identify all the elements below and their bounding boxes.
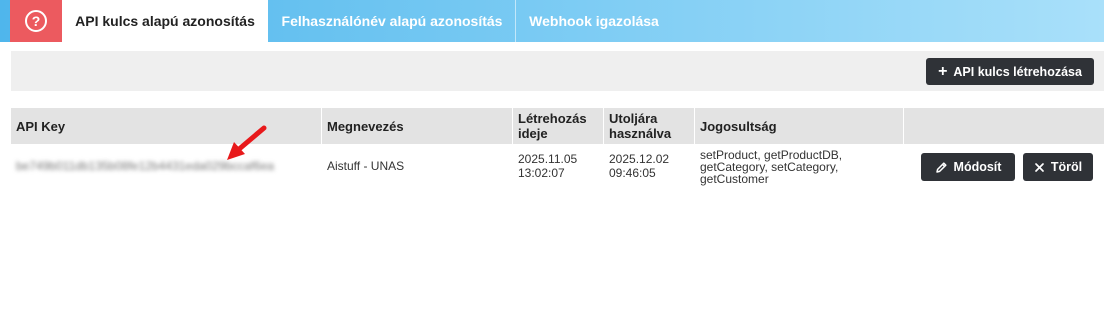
table-header: API Key Megnevezés Létrehozás ideje Utol…: [11, 108, 1104, 144]
pencil-icon: [935, 161, 948, 174]
annotation-arrow-icon: [227, 125, 267, 160]
last-used-cell: 2025.12.02 09:46:05: [609, 152, 670, 180]
edit-button[interactable]: Módosít: [921, 153, 1015, 181]
created-cell: 2025.11.05 13:02:07: [518, 152, 578, 180]
header-divider: [903, 108, 904, 144]
plus-icon: +: [938, 62, 948, 80]
header-permissions: Jogosultság: [700, 118, 777, 134]
tab-webhook-verification[interactable]: Webhook igazolása: [516, 0, 672, 42]
close-icon: [1034, 162, 1045, 173]
help-circle-icon: ?: [25, 10, 47, 32]
create-api-key-label: API kulcs létrehozása: [953, 64, 1082, 79]
tab-api-key-auth[interactable]: API kulcs alapú azonosítás: [62, 0, 268, 42]
help-tab[interactable]: ?: [10, 0, 62, 42]
delete-button[interactable]: Töröl: [1023, 153, 1093, 181]
tab-bar: ? API kulcs alapú azonosítás Felhasználó…: [0, 0, 1104, 42]
permissions-cell: setProduct, getProductDB, getCategory, s…: [700, 148, 843, 186]
create-api-key-button[interactable]: + API kulcs létrehozása: [926, 58, 1094, 85]
edit-label: Módosít: [953, 160, 1002, 174]
tab-username-auth[interactable]: Felhasználónév alapú azonosítás: [269, 0, 515, 42]
header-last-used: Utoljára használva: [609, 111, 672, 141]
header-api-key: API Key: [16, 118, 66, 134]
header-created: Létrehozás ideje: [518, 111, 587, 141]
name-cell: Aistuff - UNAS: [327, 159, 405, 173]
header-name: Megnevezés: [327, 118, 404, 134]
delete-label: Töröl: [1050, 160, 1083, 174]
